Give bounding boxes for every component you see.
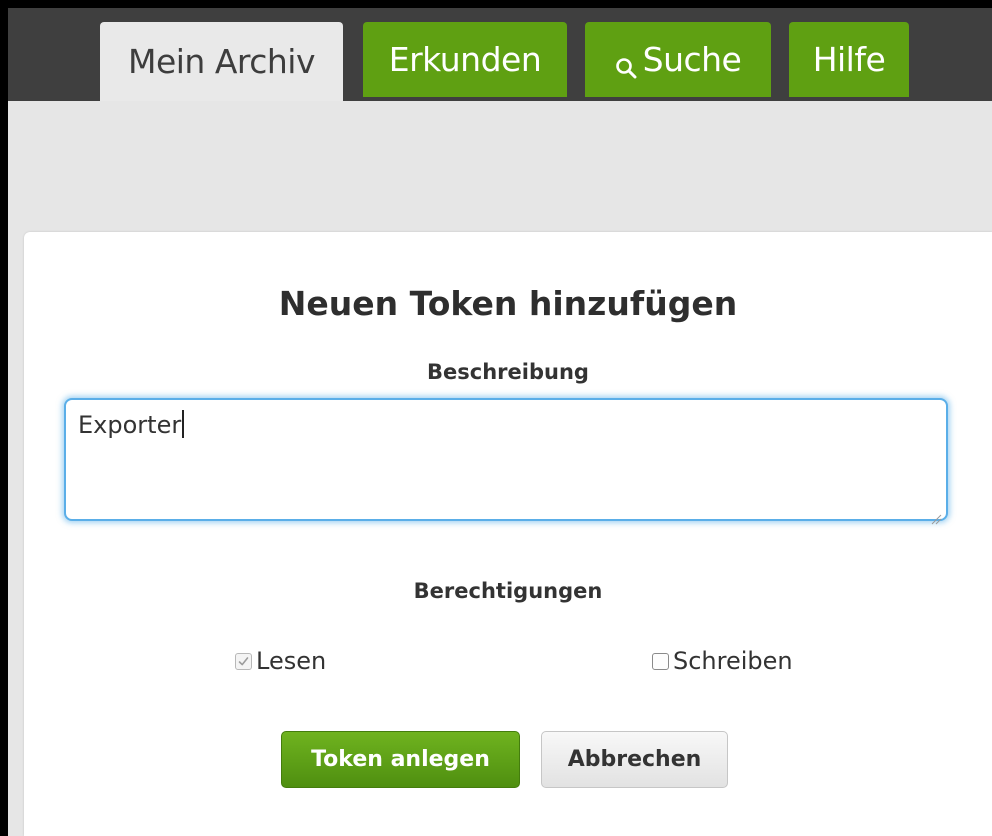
resize-grip-icon[interactable]: [930, 503, 942, 525]
write-checkbox[interactable]: [652, 652, 669, 670]
read-checkbox[interactable]: [235, 652, 252, 670]
description-textarea[interactable]: Exporter: [64, 398, 948, 525]
tab-suche[interactable]: Suche: [585, 22, 771, 97]
write-checkbox-label: Schreiben: [673, 647, 793, 675]
app-window: Mein Archiv Erkunden Suche Hilfe Neuen T…: [8, 8, 992, 836]
tab-erkunden[interactable]: Erkunden: [363, 22, 567, 97]
main-content: Neuen Token hinzufügen Beschreibung Expo…: [8, 101, 992, 836]
description-value: Exporter: [78, 411, 182, 439]
tab-hilfe[interactable]: Hilfe: [789, 22, 909, 97]
tab-label: Hilfe: [812, 40, 886, 79]
permission-read: Lesen: [235, 647, 326, 675]
tab-label: Erkunden: [388, 40, 542, 79]
permission-write: Schreiben: [652, 647, 793, 675]
cancel-button[interactable]: Abbrechen: [541, 731, 728, 788]
tab-mein-archiv[interactable]: Mein Archiv: [100, 22, 343, 101]
page-title: Neuen Token hinzufügen: [278, 284, 738, 323]
top-navbar: Mein Archiv Erkunden Suche Hilfe: [8, 8, 992, 101]
permissions-label: Berechtigungen: [413, 579, 603, 603]
text-caret: [182, 410, 185, 438]
add-token-card: Neuen Token hinzufügen Beschreibung Expo…: [24, 232, 992, 836]
tab-label: Suche: [642, 40, 742, 79]
tab-label: Mein Archiv: [127, 42, 316, 81]
read-checkbox-label: Lesen: [256, 647, 327, 675]
description-label: Beschreibung: [427, 360, 589, 384]
search-icon: [615, 48, 637, 78]
create-token-button[interactable]: Token anlegen: [281, 731, 520, 788]
